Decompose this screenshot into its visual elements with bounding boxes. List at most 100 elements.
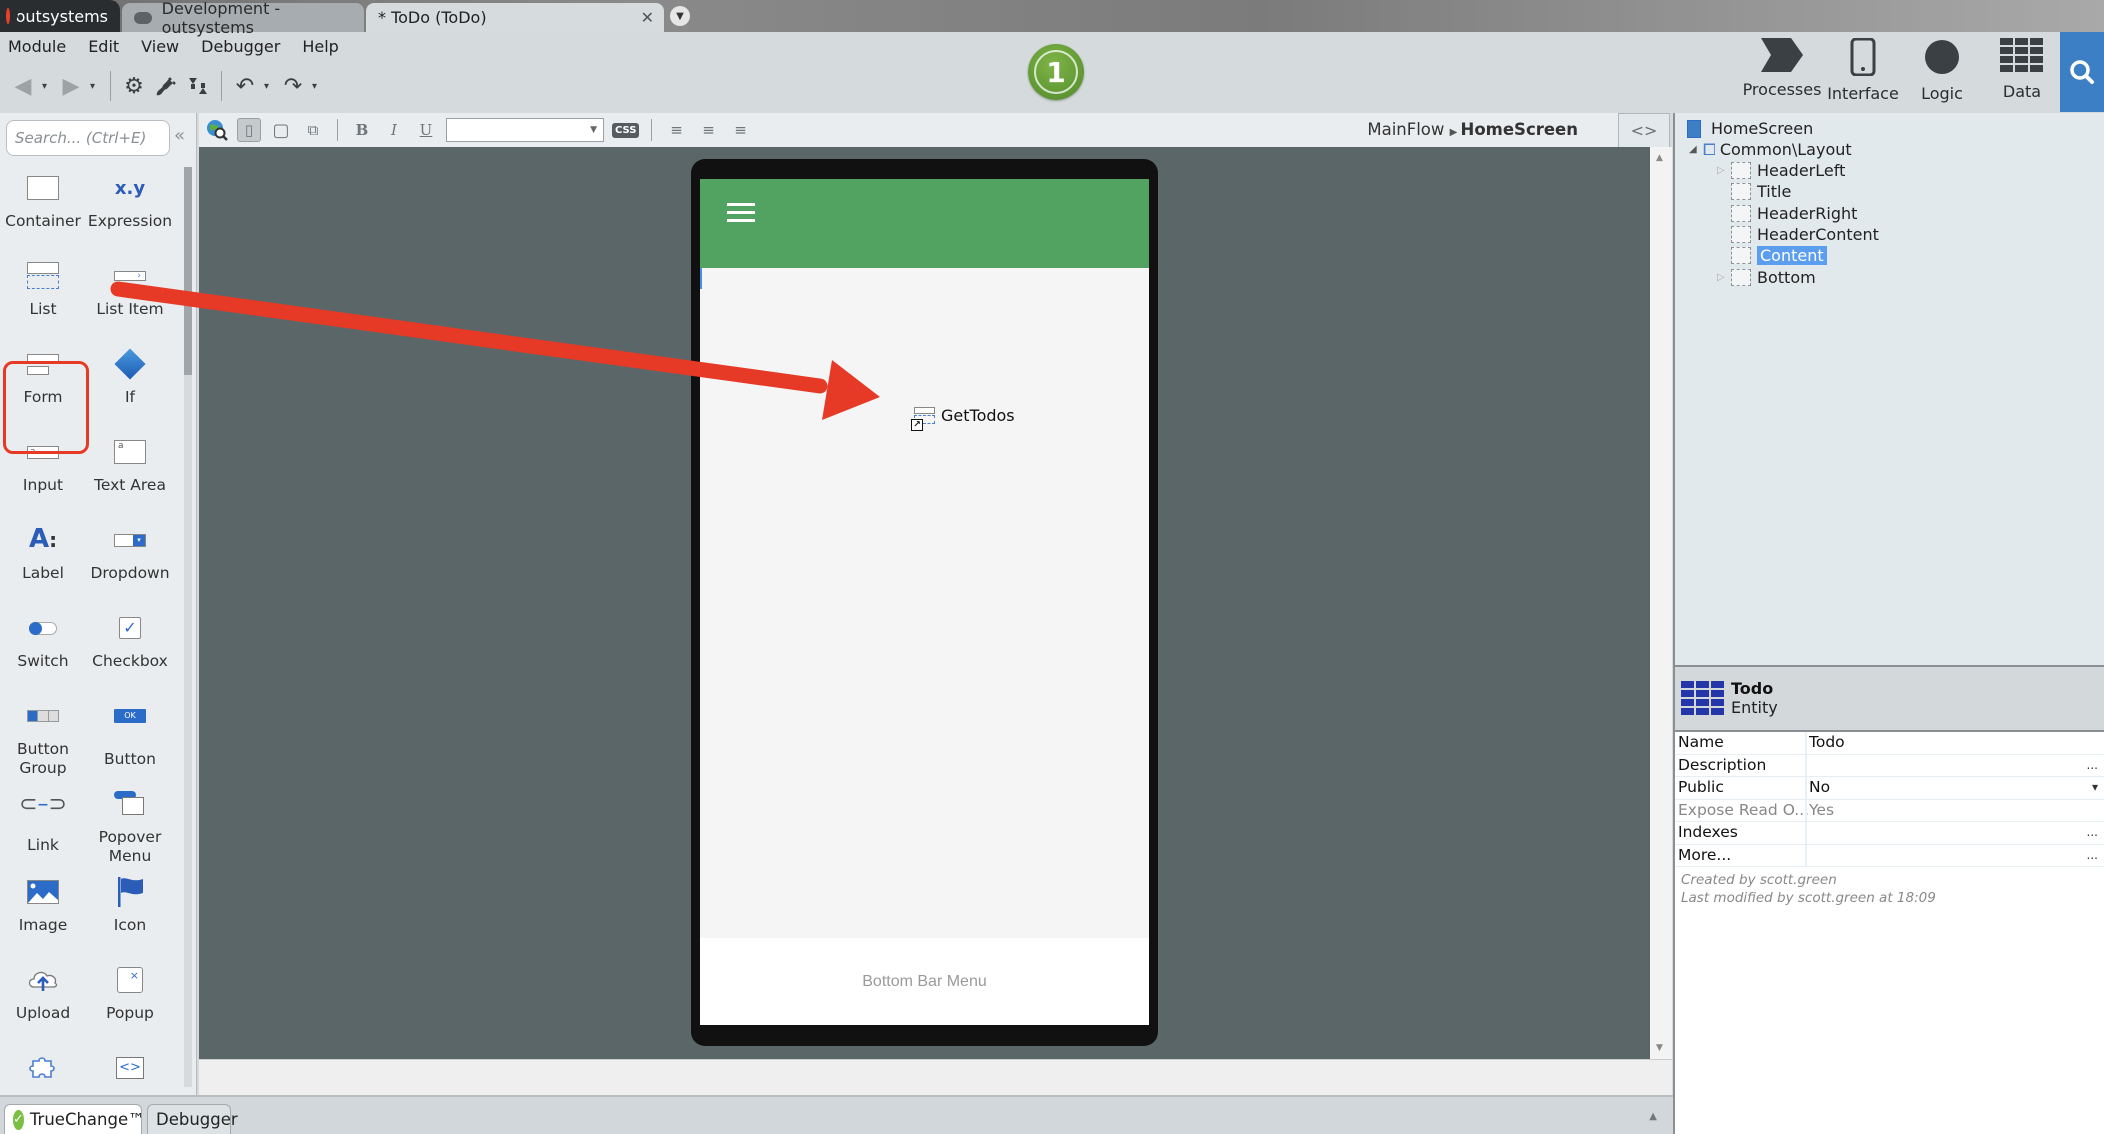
nav-data[interactable]: Data: [1984, 38, 2060, 106]
underline-icon[interactable]: U: [414, 118, 438, 142]
tree-placeholder[interactable]: HeaderContent: [1731, 224, 1879, 245]
search-button[interactable]: [2060, 32, 2104, 112]
palette-item-html-element[interactable]: <>: [87, 1048, 173, 1092]
tab-environment[interactable]: Development - outsystems: [122, 0, 364, 37]
palette-item-checkbox[interactable]: ✓ Checkbox: [87, 608, 173, 671]
nav-logic[interactable]: Logic: [1904, 38, 1980, 106]
italic-icon[interactable]: I: [382, 118, 406, 142]
tab-module[interactable]: * ToDo (ToDo) ✕: [366, 3, 664, 32]
tab-debugger[interactable]: Debugger: [147, 1104, 238, 1134]
outsystems-logo-tab[interactable]: outsystems: [0, 0, 120, 32]
align-right-icon[interactable]: ≡: [728, 118, 752, 142]
ellipsis-icon[interactable]: ...: [2087, 825, 2098, 839]
undo-dropdown-icon[interactable]: ▾: [264, 81, 274, 92]
menu-edit[interactable]: Edit: [88, 37, 119, 56]
palette-scrollbar[interactable]: [184, 167, 192, 1087]
palette-item-if[interactable]: If: [87, 344, 173, 407]
property-value[interactable]: Todo: [1809, 733, 1845, 751]
palette-scrollbar-thumb[interactable]: [184, 167, 192, 375]
breadcrumb-flow[interactable]: MainFlow: [1367, 120, 1444, 139]
palette-item-popup[interactable]: × Popup: [87, 960, 173, 1023]
preview-globe-icon[interactable]: [205, 118, 229, 142]
chevron-down-icon[interactable]: ▾: [2092, 780, 2098, 794]
tree-expand-icon[interactable]: ▷: [1717, 165, 1727, 176]
code-toggle-button[interactable]: <>: [1618, 113, 1670, 147]
property-row-indexes[interactable]: Indexes ...: [1675, 822, 2104, 845]
bottom-bar-menu[interactable]: Bottom Bar Menu: [700, 938, 1149, 1025]
phone-screen[interactable]: ↗ GetTodos Bottom Bar Menu: [700, 179, 1149, 1025]
tree-expand-icon[interactable]: ▷: [1717, 272, 1727, 283]
menu-help[interactable]: Help: [302, 37, 338, 56]
css-button[interactable]: CSS: [612, 122, 640, 138]
plug-icon[interactable]: [153, 73, 179, 99]
palette-item-popover-menu[interactable]: Popover Menu: [87, 784, 173, 866]
list-widget-gettodos[interactable]: ↗ GetTodos: [911, 406, 1015, 431]
palette-item-link[interactable]: ⊂–⊃ Link: [0, 784, 86, 855]
back-icon[interactable]: ◀: [10, 73, 36, 99]
palette-search-input[interactable]: Search... (Ctrl+E): [6, 120, 170, 156]
property-row-description[interactable]: Description ...: [1675, 754, 2104, 777]
tree-placeholder[interactable]: Title: [1731, 181, 1791, 202]
tab-truechange[interactable]: ✓ TrueChange™: [4, 1104, 145, 1134]
palette-item-text-area[interactable]: a Text Area: [87, 432, 173, 495]
palette-item-block[interactable]: [0, 1048, 86, 1092]
palette-item-button[interactable]: OK Button: [87, 696, 173, 769]
tree-placeholder[interactable]: ▷ Bottom: [1717, 267, 1816, 288]
palette-item-upload[interactable]: Upload: [0, 960, 86, 1023]
property-value[interactable]: No: [1809, 778, 1830, 796]
close-tab-icon[interactable]: ✕: [641, 8, 654, 27]
redo-icon[interactable]: ↷: [280, 73, 306, 99]
palette-item-image[interactable]: Image: [0, 872, 86, 935]
style-class-select[interactable]: ▼: [446, 118, 604, 142]
bold-icon[interactable]: B: [350, 118, 374, 142]
tree-placeholder[interactable]: HeaderRight: [1731, 203, 1857, 224]
nav-processes[interactable]: Processes: [1740, 38, 1824, 106]
tree-placeholder[interactable]: ▷ HeaderLeft: [1717, 160, 1845, 181]
tree-collapse-icon[interactable]: ◢: [1689, 144, 1699, 155]
align-center-icon[interactable]: ≡: [696, 118, 720, 142]
canvas-vertical-scrollbar[interactable]: ▲ ▼: [1650, 147, 1672, 1059]
phone-view-icon[interactable]: ▯: [237, 118, 261, 142]
palette-item-list[interactable]: List: [0, 256, 86, 319]
palette-item-button-group[interactable]: Button Group: [0, 696, 86, 778]
align-left-icon[interactable]: ≡: [664, 118, 688, 142]
tablet-view-icon[interactable]: ▢: [269, 118, 293, 142]
palette-item-dropdown[interactable]: ▾ Dropdown: [87, 520, 173, 583]
scroll-down-icon[interactable]: ▼: [1656, 1043, 1663, 1053]
rotate-view-icon[interactable]: ⧉: [301, 118, 325, 142]
collapse-palette-icon[interactable]: «: [174, 125, 185, 146]
app-header[interactable]: [700, 179, 1149, 268]
palette-item-icon[interactable]: Icon: [87, 872, 173, 935]
forward-dropdown-icon[interactable]: ▾: [90, 81, 100, 92]
palette-item-label-widget[interactable]: A: Label: [0, 520, 86, 583]
palette-item-switch[interactable]: Switch: [0, 608, 86, 671]
property-row-more[interactable]: More... ...: [1675, 844, 2104, 867]
tree-placeholder-selected[interactable]: Content: [1731, 245, 1827, 266]
menu-view[interactable]: View: [141, 37, 179, 56]
expand-panel-icon[interactable]: ▲: [1649, 1111, 1657, 1122]
publish-status-badge[interactable]: 1: [1028, 44, 1084, 100]
menu-module[interactable]: Module: [8, 37, 66, 56]
back-dropdown-icon[interactable]: ▾: [42, 81, 52, 92]
palette-item-expression[interactable]: x.y Expression: [87, 168, 173, 231]
tree-block-layout[interactable]: ◢ ⧠ Common\Layout: [1689, 139, 1852, 160]
ellipsis-icon[interactable]: ...: [2087, 758, 2098, 772]
tab-list-dropdown-icon[interactable]: ▼: [670, 6, 690, 26]
gear-icon[interactable]: ⚙: [121, 73, 147, 99]
property-row-public[interactable]: Public No ▾: [1675, 777, 2104, 800]
palette-item-list-item[interactable]: › List Item: [87, 256, 173, 319]
canvas-horizontal-scrollbar[interactable]: [199, 1059, 1672, 1095]
undo-icon[interactable]: ↶: [232, 73, 258, 99]
scroll-up-icon[interactable]: ▲: [1656, 153, 1663, 163]
palette-item-container[interactable]: Container: [0, 168, 86, 231]
menu-debugger[interactable]: Debugger: [201, 37, 280, 56]
forward-icon[interactable]: ▶: [58, 73, 84, 99]
tree-root-homescreen[interactable]: HomeScreen: [1687, 118, 1813, 139]
redo-dropdown-icon[interactable]: ▾: [312, 81, 322, 92]
breadcrumb-screen[interactable]: HomeScreen: [1461, 120, 1578, 139]
hamburger-menu-icon[interactable]: [727, 203, 755, 223]
merge-icon[interactable]: [185, 73, 211, 99]
ellipsis-icon[interactable]: ...: [2087, 848, 2098, 862]
nav-interface[interactable]: Interface: [1827, 38, 1899, 106]
property-row-name[interactable]: Name Todo: [1675, 732, 2104, 755]
